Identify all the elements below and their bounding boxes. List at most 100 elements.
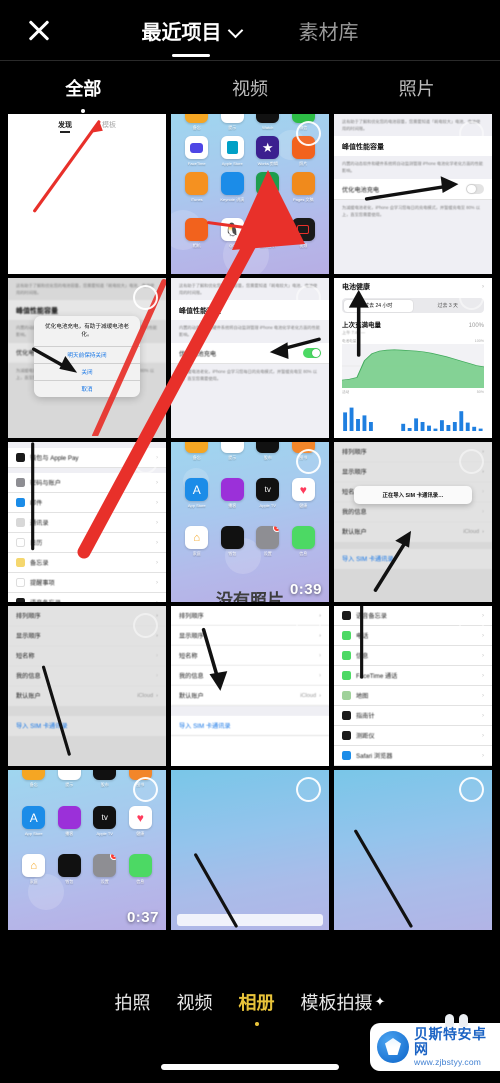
settings-row[interactable]: 提醒事项 › bbox=[8, 573, 166, 593]
filter-tab-photo[interactable]: 照片 bbox=[333, 75, 500, 101]
app-label: 设置 bbox=[263, 551, 272, 556]
selection-circle[interactable] bbox=[296, 449, 321, 474]
grid-item-battery-toggle-on[interactable]: 这有助于了解和优化您的电池容量，您需要知道「耗电较大」电池、电池使用的时间限。 … bbox=[171, 278, 329, 438]
top-bar: 最近项目 素材库 bbox=[0, 0, 500, 60]
filter-tab-video[interactable]: 视频 bbox=[167, 75, 334, 101]
contacts-row[interactable]: 我的信息 › bbox=[8, 666, 166, 686]
settings-row[interactable]: 测距仪 › bbox=[334, 726, 492, 746]
app-label: 家庭 bbox=[192, 551, 201, 556]
selection-circle[interactable] bbox=[133, 613, 158, 638]
alert-action-cancel[interactable]: 取消 bbox=[34, 379, 140, 397]
settings-row-label: 测距仪 bbox=[356, 733, 375, 740]
optimized-charging-toggle[interactable] bbox=[303, 347, 321, 359]
tab-material-library[interactable]: 素材库 bbox=[299, 16, 359, 45]
import-sim-contacts-row[interactable]: 导入 SIM 卡通讯录 bbox=[334, 549, 492, 569]
selection-circle[interactable] bbox=[459, 777, 484, 802]
selection-circle[interactable] bbox=[296, 613, 321, 638]
selection-circle[interactable] bbox=[296, 777, 321, 802]
import-sim-contacts-row[interactable]: 导入 SIM 卡通讯录 bbox=[8, 716, 166, 736]
settings-row[interactable]: 指南针 › bbox=[334, 706, 492, 726]
import-sim-contacts-row[interactable]: 导入 SIM 卡通讯录 bbox=[171, 716, 329, 736]
alert-action-turn-off[interactable]: 关闭 bbox=[34, 362, 140, 380]
grid-item-wallpaper-b[interactable] bbox=[334, 770, 492, 930]
settings-row-label: FaceTime 通话 bbox=[356, 673, 398, 680]
contacts-row[interactable]: 默认账户 iCloud › bbox=[334, 522, 492, 542]
app-label: App Store bbox=[24, 831, 43, 836]
selection-circle[interactable] bbox=[459, 285, 484, 310]
selection-circle[interactable] bbox=[133, 121, 158, 146]
grid-item-home-screen-apps[interactable]: 备忘 提示 Watch 微信 FaceTime Apple Store ★ Wor… bbox=[171, 114, 329, 274]
contacts-row[interactable]: 默认账户 iCloud › bbox=[171, 686, 329, 706]
settings-row[interactable]: 备忘录 › bbox=[8, 553, 166, 573]
grid-item-battery-health-chart[interactable]: 电池健康 › 过去 24 小时 过去 3 天 上次充满电量 100% 上午 7:… bbox=[334, 278, 492, 438]
contacts-row[interactable]: 短名称 › bbox=[8, 646, 166, 666]
grid-item-battery-dialog[interactable]: 这有助于了解和优化您的电池容量，您需要知道「耗电较大」电池、电池使用的时间限。 … bbox=[8, 278, 166, 438]
settings-row[interactable]: 语音备忘录› bbox=[8, 593, 166, 602]
chart-range-24h[interactable]: 过去 24 小时 bbox=[343, 299, 413, 312]
app-label: 健康 bbox=[299, 503, 308, 508]
alert-dialog: 优化电池充电，有助于减缓电池老化。 明天前保持关闭 关闭 取消 bbox=[34, 316, 140, 397]
contacts-row[interactable]: 我的信息 › bbox=[334, 502, 492, 522]
selection-circle[interactable] bbox=[459, 121, 484, 146]
default-account-value: iCloud bbox=[137, 692, 154, 699]
settings-row[interactable]: 信息 › bbox=[334, 646, 492, 666]
selection-circle[interactable] bbox=[296, 121, 321, 146]
contacts-row-label: 默认账户 bbox=[179, 693, 204, 700]
selection-circle[interactable] bbox=[459, 449, 484, 474]
app-label: 钱包 bbox=[65, 879, 74, 884]
grid-item-contacts-settings-a[interactable]: 排列顺序 › 显示顺序 › 短名称 › 我的信息 › 默认账户 iCloud › 导入 S… bbox=[8, 606, 166, 766]
settings-row[interactable]: 日历 › bbox=[8, 533, 166, 553]
optimized-charging-row[interactable]: 优化电池充电 bbox=[171, 342, 329, 365]
grid-item-wallpaper-a[interactable] bbox=[171, 770, 329, 930]
contacts-row-label: 默认账户 bbox=[342, 529, 367, 536]
mode-active-dot bbox=[254, 1022, 259, 1026]
settings-row[interactable]: 通讯录 › bbox=[8, 513, 166, 533]
app-label: Apple TV bbox=[96, 831, 113, 836]
settings-row[interactable]: FaceTime 通话 › bbox=[334, 666, 492, 686]
grid-item-discover-template[interactable]: 发现 模板 bbox=[8, 114, 166, 274]
settings-row[interactable]: 邮件 › bbox=[8, 493, 166, 513]
app-label: 播客 bbox=[65, 831, 74, 836]
grid-item-home-video-39[interactable]: 备忘 提示 股市 图书 A App Store 播客 tv Apple TV ♥ 健康… bbox=[171, 442, 329, 602]
optimized-charging-row[interactable]: 优化电池充电 bbox=[334, 178, 492, 201]
contacts-row-label: 排列顺序 bbox=[342, 449, 367, 456]
contacts-row[interactable]: 短名称 › bbox=[171, 646, 329, 666]
contacts-row-label: 我的信息 bbox=[179, 673, 204, 680]
settings-row[interactable]: 地图 › bbox=[334, 686, 492, 706]
home-app-grid-row4: 相机 🐧 QQ K 酷狗音乐 视频 bbox=[171, 218, 329, 249]
filter-tab-all[interactable]: 全部 bbox=[0, 75, 167, 113]
selection-circle[interactable] bbox=[133, 777, 158, 802]
selection-circle[interactable] bbox=[296, 285, 321, 310]
app-label: 播客 bbox=[228, 503, 237, 508]
reminders-icon bbox=[16, 578, 25, 587]
contacts-row[interactable]: 我的信息 › bbox=[171, 666, 329, 686]
mode-album[interactable]: 相册 bbox=[239, 989, 275, 1026]
alert-action-keep-off[interactable]: 明天前保持关闭 bbox=[34, 345, 140, 363]
grid-item-settings-apps-list[interactable]: 语音备忘录 › 电话 › 信息 › FaceTime 通话 › 地图 › 指南针 › 测距仪… bbox=[334, 606, 492, 766]
grid-item-battery-toggle-off[interactable]: 这有助于了解和优化您的电池容量，您需要知道「耗电较大」电池、电池使用的时间限。 … bbox=[334, 114, 492, 274]
grid-item-contacts-import-toast[interactable]: 排列顺序 › 显示顺序 › 短名称 › 我的信息 › 默认账户 iCloud › 导入 S… bbox=[334, 442, 492, 602]
home-app-grid-row2: A App Store 播客 tv Apple TV ♥ 健康 bbox=[171, 478, 329, 509]
mode-video[interactable]: 视频 bbox=[177, 989, 213, 1015]
contacts-row-label: 显示顺序 bbox=[16, 633, 41, 640]
selection-circle[interactable] bbox=[459, 613, 484, 638]
optimized-charging-toggle[interactable] bbox=[466, 183, 484, 195]
settings-row[interactable]: 密码与账户 › bbox=[8, 473, 166, 493]
mode-photo[interactable]: 拍照 bbox=[115, 989, 151, 1015]
notification-badge: 1 bbox=[273, 526, 280, 532]
grid-item-contacts-settings-b[interactable]: 排列顺序 › 显示顺序 › 短名称 › 我的信息 › 默认账户 iCloud › 导入 S… bbox=[171, 606, 329, 766]
contacts-row-label: 排列顺序 bbox=[16, 613, 41, 620]
chevron-down-icon[interactable] bbox=[229, 24, 241, 36]
contacts-row[interactable]: 默认账户 iCloud › bbox=[8, 686, 166, 706]
alert-dialog-message: 优化电池充电，有助于减缓电池老化。 bbox=[45, 324, 129, 339]
app-label: Apple Store bbox=[221, 161, 243, 166]
settings-row[interactable]: Safari 浏览器 › bbox=[334, 746, 492, 766]
selection-circle[interactable] bbox=[133, 449, 158, 474]
mode-template-shoot[interactable]: 模板拍摄 ✦ bbox=[301, 989, 386, 1015]
contacts-icon bbox=[16, 518, 25, 527]
selection-circle[interactable] bbox=[133, 285, 158, 310]
optimized-charging-label: 优化电池充电 bbox=[179, 350, 217, 358]
grid-item-home-video-37[interactable]: 备忘 提示 股市 图书 A App Store 播客 tv Apple TV ♥ 健康… bbox=[8, 770, 166, 930]
tab-recent-items[interactable]: 最近项目 bbox=[142, 16, 241, 57]
grid-item-settings-wallet-list[interactable]: 钱包与 Apple Pay › 密码与账户 › 邮件 › 通讯录 › 日历 › 备忘录 › … bbox=[8, 442, 166, 602]
